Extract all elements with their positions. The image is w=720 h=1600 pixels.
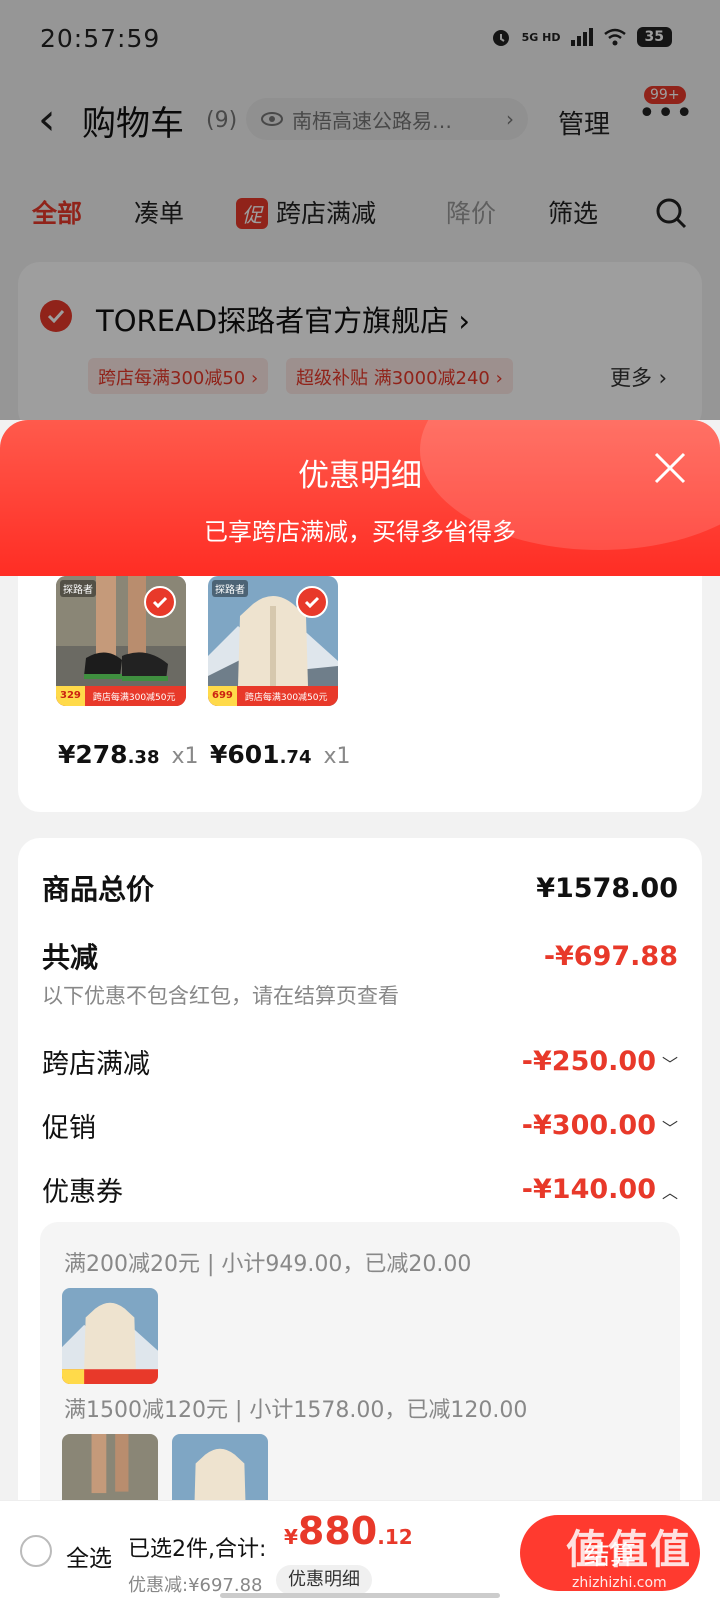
home-indicator[interactable] [220, 1593, 500, 1598]
watermark-logo: 值值值 [566, 1527, 692, 1573]
total-reduce-label: 共减 [42, 941, 99, 974]
discount-row-promotion[interactable]: 促销 -¥300.00 ﹀ [42, 1106, 678, 1145]
select-all-checkbox[interactable] [20, 1535, 52, 1567]
discount-label: 优惠券 [42, 1177, 123, 1208]
sheet-title: 优惠明细 [298, 458, 422, 494]
price-decimal: .38 [127, 747, 160, 768]
currency-symbol: ¥ [284, 1525, 298, 1549]
item-quantity: x1 [171, 744, 199, 769]
strip-text: 跨店每满300减50元 [92, 692, 176, 703]
brand-logo: 探路者 [60, 580, 96, 597]
price-integer: ¥278 [58, 740, 128, 769]
discount-amount: -¥300.00 [521, 1110, 656, 1141]
selected-summary: 已选2件,合计: [128, 1537, 267, 1562]
check-icon [152, 596, 168, 608]
discount-value: -¥300.00 ﹀ [522, 1110, 678, 1141]
promo-strip: 329 跨店每满300减50元 [56, 686, 186, 706]
check-icon [304, 596, 320, 608]
price-integer: ¥601 [210, 740, 280, 769]
coupon-line: 满1500减120元 | 小计1578.00，已减120.00 [64, 1398, 528, 1423]
discount-amount: -¥140.00 [521, 1174, 656, 1205]
coupon-item-thumbnail-jacket [62, 1288, 158, 1384]
total-price-value: ¥1578.00 [536, 872, 678, 904]
discount-detail-button[interactable]: 优惠明细 [276, 1565, 372, 1595]
discount-label: 跨店满减 [42, 1049, 150, 1080]
item-selected-check [144, 586, 176, 618]
red-packet-note: 以下优惠不包含红包，请在结算页查看 [42, 984, 399, 1008]
total-reduce-row: 共减 -¥697.88 [42, 936, 678, 976]
chevron-down-icon: ﹀ [661, 1055, 678, 1074]
discount-value: -¥140.00 ︿ [522, 1174, 678, 1205]
sheet-subtitle: 已享跨店满减，买得多省得多 [204, 518, 516, 546]
price-decimal: .74 [279, 747, 312, 768]
selected-items-card: 探路者 329 跨店每满300减50元 探路者 699 跨店每满300减50元 ¥2… [18, 576, 702, 812]
promo-strip: 699 跨店每满300减50元 [208, 686, 338, 706]
sheet-body: 探路者 329 跨店每满300减50元 探路者 699 跨店每满300减50元 ¥2… [0, 576, 720, 1600]
jacket-image [62, 1288, 158, 1384]
chevron-down-icon: ﹀ [661, 1119, 678, 1138]
product-thumbnail-jacket[interactable]: 探路者 699 跨店每满300减50元 [208, 576, 338, 706]
total-amount: ¥880.12 [284, 1509, 413, 1553]
brand-logo: 探路者 [212, 580, 248, 597]
discount-row-cross-store[interactable]: 跨店满减 -¥250.00 ﹀ [42, 1042, 678, 1081]
dim-overlay[interactable] [0, 0, 720, 420]
discount-amount: -¥250.00 [521, 1046, 656, 1077]
chevron-up-icon: ︿ [661, 1183, 678, 1202]
discount-value: -¥250.00 ﹀ [522, 1046, 678, 1077]
total-decimal: .12 [377, 1525, 413, 1549]
discount-summary-card: 商品总价 ¥1578.00 共减 -¥697.88 以下优惠不包含红包，请在结算… [18, 838, 702, 1600]
strip-text: 跨店每满300减50元 [244, 692, 328, 703]
item-price-shoes: ¥278.38 x1 [58, 740, 199, 769]
discount-row-coupon[interactable]: 优惠券 -¥140.00 ︿ [42, 1170, 678, 1209]
item-selected-check [296, 586, 328, 618]
product-thumbnail-shoes[interactable]: 探路者 329 跨店每满300减50元 [56, 576, 186, 706]
coupon-line: 满200减20元 | 小计949.00，已减20.00 [64, 1252, 472, 1277]
tag-price: 699 [208, 686, 237, 706]
select-all-label[interactable]: 全选 [66, 1539, 112, 1573]
watermark-url: zhizhizhi.com [572, 1575, 667, 1591]
close-icon[interactable] [652, 450, 688, 486]
sheet-header: 优惠明细 已享跨店满减，买得多省得多 [0, 420, 720, 576]
checkout-bar: 全选 已选2件,合计: ¥880.12 优惠减:¥697.88 优惠明细 结算 … [0, 1500, 720, 1600]
total-price-label: 商品总价 [42, 873, 155, 906]
cart-page-background: 20:57:59 5G HD 35 ‹ 购物车 (9) 南梧高速公路易… › 管… [0, 0, 720, 432]
screen: 20:57:59 5G HD 35 ‹ 购物车 (9) 南梧高速公路易… › 管… [0, 0, 720, 1600]
item-price-jacket: ¥601.74 x1 [210, 740, 351, 769]
item-quantity: x1 [323, 744, 351, 769]
total-reduce-value: -¥697.88 [543, 940, 678, 972]
discount-label: 促销 [42, 1113, 96, 1144]
tag-price: 329 [56, 686, 85, 706]
total-integer: 880 [297, 1509, 378, 1553]
total-price-row: 商品总价 ¥1578.00 [42, 868, 678, 908]
